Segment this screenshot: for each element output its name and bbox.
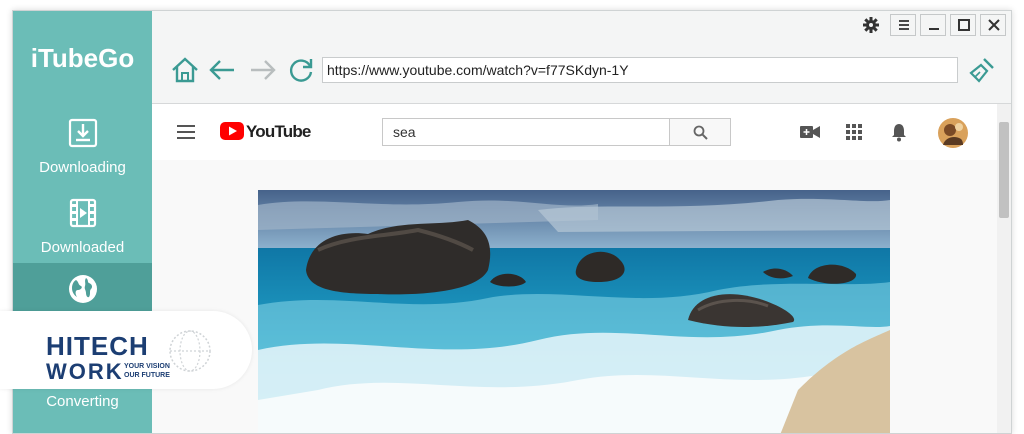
apps-grid-icon[interactable] [846,124,862,140]
watermark-tagline-2: OUR FUTURE [124,372,170,379]
sidebar-item-downloaded[interactable]: Downloaded [13,189,152,269]
youtube-play-icon [220,122,244,140]
browser-toolbar: https://www.youtube.com/watch?v=f77SKdyn… [152,11,1011,103]
video-camera-icon[interactable] [800,125,820,139]
close-button[interactable] [980,14,1006,36]
watermark-globe-icon [169,330,211,372]
hitech-work-watermark: HITECH WORK YOUR VISION OUR FUTURE [0,311,252,389]
watermark-brand-top: HITECH [46,331,149,361]
menu-button[interactable] [890,14,916,36]
video-player-thumbnail[interactable] [258,190,890,434]
minimize-button[interactable] [920,14,946,36]
minimize-icon [929,28,939,30]
sidebar-item-label: Downloading [39,159,126,176]
globe-icon [69,275,97,303]
maximize-icon [958,19,970,31]
close-icon [988,19,1000,31]
forward-arrow-icon[interactable] [248,55,278,85]
youtube-search-input[interactable]: sea [382,118,670,146]
settings-gear-icon[interactable] [862,16,880,34]
url-address-bar[interactable]: https://www.youtube.com/watch?v=f77SKdyn… [322,57,958,83]
refresh-icon[interactable] [286,55,316,85]
sidebar-item-label: Converting [46,393,119,410]
sidebar-item-label: Downloaded [40,239,125,256]
menu-icon [899,20,909,30]
back-arrow-icon[interactable] [207,55,237,85]
hamburger-menu-icon[interactable] [177,124,195,140]
browser-viewport: YouTube sea [152,103,1011,434]
clean-brush-icon[interactable] [967,55,997,85]
film-icon [69,198,97,228]
sidebar-item-downloading[interactable]: Downloading [13,109,152,189]
watermark-tagline-1: YOUR VISION [124,363,170,370]
home-icon[interactable] [170,55,200,85]
youtube-logo[interactable]: YouTube [220,120,311,144]
download-tray-icon [68,118,98,148]
youtube-content-area [152,160,997,434]
youtube-logo-text: YouTube [246,122,311,141]
youtube-search-button[interactable] [669,118,731,146]
watermark-brand-bottom: WORK [46,359,124,384]
scrollbar-thumb[interactable] [999,122,1009,218]
search-icon [693,125,708,140]
maximize-button[interactable] [950,14,976,36]
avatar[interactable] [937,117,969,149]
bell-icon[interactable] [891,123,907,142]
vertical-scrollbar[interactable] [997,104,1011,433]
app-brand: iTubeGo [30,43,135,73]
youtube-header: YouTube sea [152,104,997,160]
